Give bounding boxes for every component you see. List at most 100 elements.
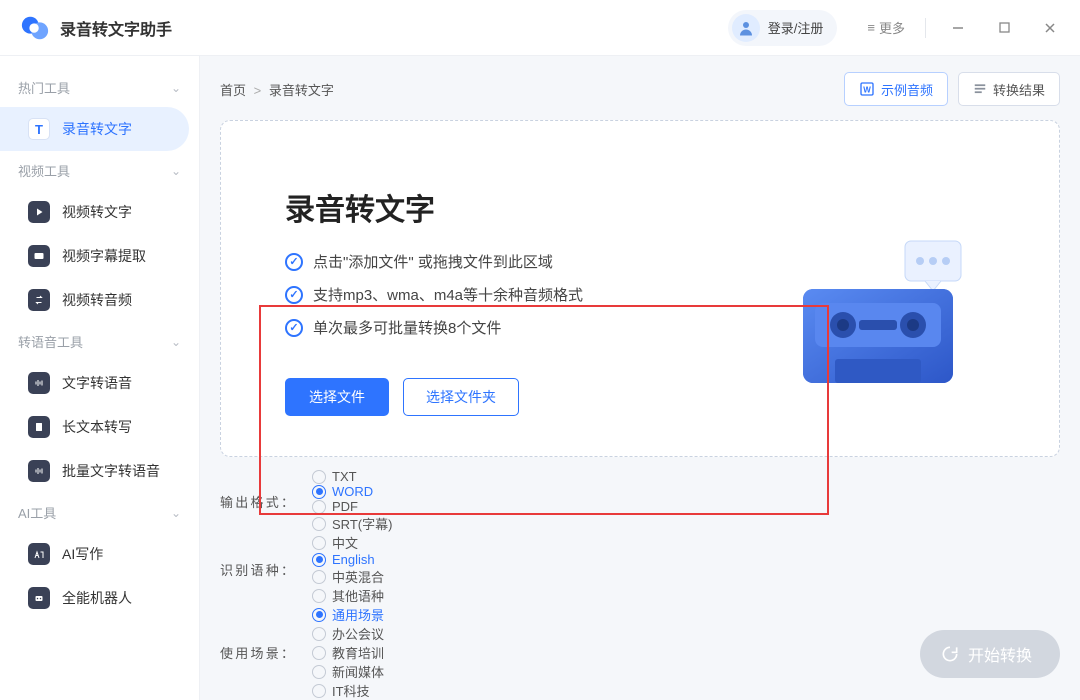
panel-title: 录音转文字 bbox=[285, 185, 775, 229]
radio-dot bbox=[312, 500, 326, 514]
minimize-button[interactable] bbox=[936, 10, 980, 46]
sidebar-item-text-to-speech[interactable]: 文字转语音 bbox=[0, 361, 189, 405]
sidebar-item-label: 文字转语音 bbox=[62, 373, 132, 393]
format-radio[interactable]: WORD bbox=[312, 484, 392, 499]
sidebar-item-ai-bot[interactable]: 全能机器人 bbox=[0, 576, 189, 620]
sidebar-group-label: 热门工具 bbox=[18, 78, 70, 97]
radio-label: 教育培训 bbox=[332, 643, 384, 662]
sidebar-item-label: 全能机器人 bbox=[62, 588, 132, 608]
chevron-down-icon: ⌄ bbox=[171, 164, 181, 178]
format-radio[interactable]: PDF bbox=[312, 499, 392, 514]
radio-label: IT科技 bbox=[332, 681, 370, 700]
sidebar-item-label: 视频转音频 bbox=[62, 290, 132, 310]
bullet-item: 点击"添加文件" 或拖拽文件到此区域 bbox=[285, 251, 775, 272]
scene-label: 使用场景： bbox=[220, 643, 294, 662]
radio-dot bbox=[312, 627, 326, 641]
bullet-item: 支持mp3、wma、m4a等十余种音频格式 bbox=[285, 284, 775, 305]
radio-label: WORD bbox=[332, 484, 373, 499]
svg-text:W: W bbox=[863, 85, 871, 94]
list-icon bbox=[973, 82, 987, 96]
sidebar-item-video-to-audio[interactable]: 视频转音频 bbox=[0, 278, 189, 322]
start-convert-button[interactable]: 开始转换 bbox=[920, 630, 1060, 678]
drop-zone[interactable]: 录音转文字 点击"添加文件" 或拖拽文件到此区域 支持mp3、wma、m4a等十… bbox=[220, 120, 1060, 457]
radio-dot bbox=[312, 553, 326, 567]
wave-icon bbox=[28, 372, 50, 394]
breadcrumb: 首页 > 录音转文字 bbox=[220, 80, 834, 99]
sidebar-item-audio-to-text[interactable]: T 录音转文字 bbox=[0, 107, 189, 151]
sidebar-item-batch-tts[interactable]: 批量文字转语音 bbox=[0, 449, 189, 493]
scene-radio[interactable]: IT科技 bbox=[312, 681, 384, 700]
radio-label: PDF bbox=[332, 499, 358, 514]
sample-audio-button[interactable]: W 示例音频 bbox=[844, 72, 948, 106]
results-button[interactable]: 转换结果 bbox=[958, 72, 1060, 106]
lang-radio[interactable]: English bbox=[312, 552, 384, 567]
radio-label: 办公会议 bbox=[332, 624, 384, 643]
convert-icon bbox=[28, 289, 50, 311]
avatar-icon bbox=[732, 14, 760, 42]
radio-dot bbox=[312, 517, 326, 531]
radio-dot bbox=[312, 684, 326, 698]
word-icon: W bbox=[859, 81, 875, 97]
ai-icon bbox=[28, 543, 50, 565]
subtitle-icon bbox=[28, 245, 50, 267]
sidebar-item-label: AI写作 bbox=[62, 544, 103, 564]
output-format-label: 输出格式： bbox=[220, 492, 294, 511]
radio-label: TXT bbox=[332, 469, 357, 484]
login-register-button[interactable]: 登录/注册 bbox=[728, 10, 838, 46]
sidebar-item-video-subtitle[interactable]: 视频字幕提取 bbox=[0, 234, 189, 278]
scene-radio[interactable]: 教育培训 bbox=[312, 643, 384, 662]
sidebar-item-video-to-text[interactable]: 视频转文字 bbox=[0, 190, 189, 234]
maximize-button[interactable] bbox=[982, 10, 1026, 46]
check-icon bbox=[285, 319, 303, 337]
radio-dot bbox=[312, 485, 326, 499]
radio-label: 通用场景 bbox=[332, 605, 384, 624]
chevron-down-icon: ⌄ bbox=[171, 335, 181, 349]
sidebar-item-label: 录音转文字 bbox=[62, 119, 132, 139]
format-radio[interactable]: TXT bbox=[312, 469, 392, 484]
radio-dot bbox=[312, 570, 326, 584]
radio-label: 其他语种 bbox=[332, 586, 384, 605]
sidebar-item-label: 视频字幕提取 bbox=[62, 246, 146, 266]
sidebar-item-label: 长文本转写 bbox=[62, 417, 132, 437]
lang-radio[interactable]: 其他语种 bbox=[312, 586, 384, 605]
lang-radio[interactable]: 中英混合 bbox=[312, 567, 384, 586]
check-icon bbox=[285, 253, 303, 271]
text-icon: T bbox=[28, 118, 50, 140]
check-icon bbox=[285, 286, 303, 304]
sidebar-group-video[interactable]: 视频工具 ⌄ bbox=[0, 151, 199, 190]
format-radio[interactable]: SRT(字幕) bbox=[312, 514, 392, 533]
language-label: 识别语种： bbox=[220, 560, 294, 579]
radio-dot bbox=[312, 608, 326, 622]
sidebar-item-ai-writing[interactable]: AI写作 bbox=[0, 532, 189, 576]
select-folder-button[interactable]: 选择文件夹 bbox=[403, 378, 519, 416]
cassette-illustration bbox=[775, 185, 995, 416]
divider bbox=[925, 18, 926, 38]
login-register-label: 登录/注册 bbox=[768, 18, 824, 37]
close-button[interactable] bbox=[1028, 10, 1072, 46]
bullet-item: 单次最多可批量转换8个文件 bbox=[285, 317, 775, 338]
sidebar-group-ai[interactable]: AI工具 ⌄ bbox=[0, 493, 199, 532]
scene-radio[interactable]: 通用场景 bbox=[312, 605, 384, 624]
sidebar-item-long-text[interactable]: 长文本转写 bbox=[0, 405, 189, 449]
robot-icon bbox=[28, 587, 50, 609]
scene-radio[interactable]: 办公会议 bbox=[312, 624, 384, 643]
select-file-button[interactable]: 选择文件 bbox=[285, 378, 389, 416]
app-title: 录音转文字助手 bbox=[60, 16, 728, 40]
radio-dot bbox=[312, 646, 326, 660]
sidebar-group-tts[interactable]: 转语音工具 ⌄ bbox=[0, 322, 199, 361]
scene-radio[interactable]: 新闻媒体 bbox=[312, 662, 384, 681]
more-button[interactable]: ≡更多 bbox=[857, 10, 915, 46]
video-icon bbox=[28, 201, 50, 223]
sidebar-group-label: AI工具 bbox=[18, 503, 56, 522]
sidebar-group-label: 视频工具 bbox=[18, 161, 70, 180]
sidebar-group-hot[interactable]: 热门工具 ⌄ bbox=[0, 68, 199, 107]
radio-label: 中文 bbox=[332, 533, 358, 552]
radio-label: English bbox=[332, 552, 375, 567]
radio-label: 中英混合 bbox=[332, 567, 384, 586]
radio-dot bbox=[312, 665, 326, 679]
radio-label: SRT(字幕) bbox=[332, 514, 392, 533]
breadcrumb-home[interactable]: 首页 bbox=[220, 83, 246, 98]
radio-dot bbox=[312, 589, 326, 603]
lang-radio[interactable]: 中文 bbox=[312, 533, 384, 552]
refresh-icon bbox=[940, 644, 960, 664]
